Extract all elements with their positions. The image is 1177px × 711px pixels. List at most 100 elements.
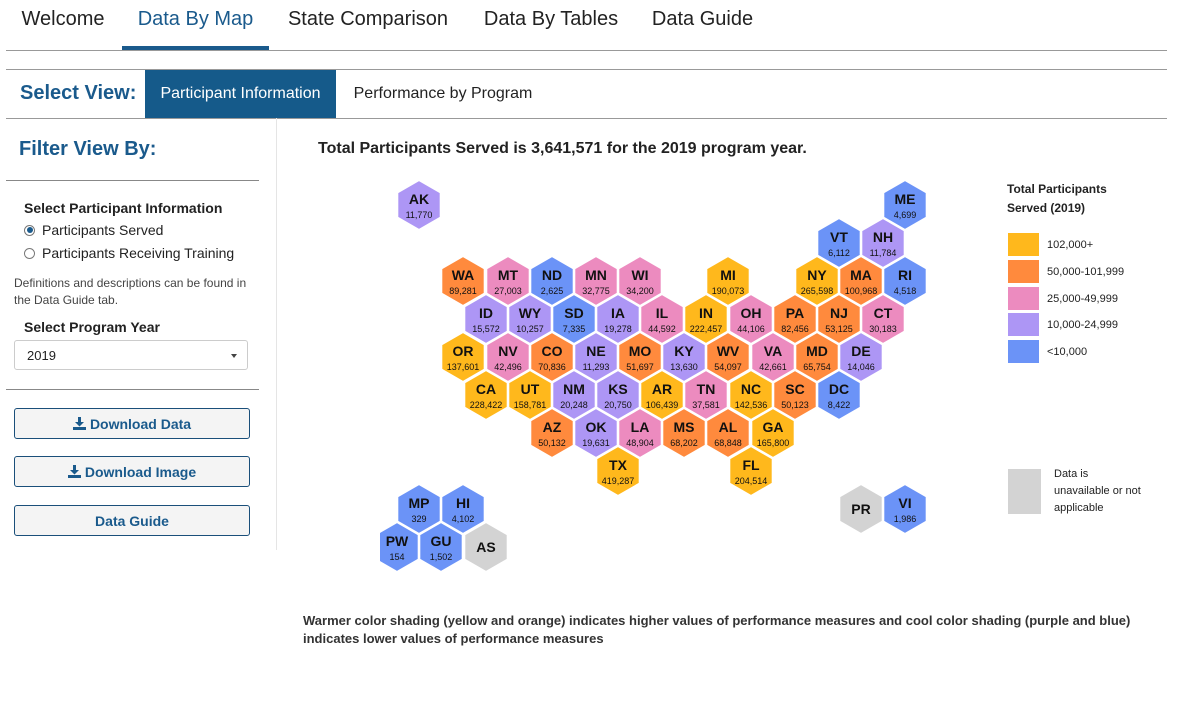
divider (6, 389, 259, 390)
state-value: 137,601 (447, 362, 480, 372)
state-abbr: MD (806, 343, 828, 359)
state-value: 51,697 (626, 362, 654, 372)
state-value: 7,335 (563, 324, 586, 334)
download-data-label: Download Data (89, 415, 192, 432)
state-abbr: GU (431, 533, 452, 549)
program-year-select[interactable]: 2019 (14, 340, 248, 370)
radio-selected-icon (24, 224, 35, 236)
state-abbr: DE (851, 343, 870, 359)
state-abbr: AL (719, 419, 738, 435)
state-abbr: NC (741, 381, 761, 397)
state-abbr: VT (830, 229, 848, 245)
state-abbr: MS (674, 419, 695, 435)
participant-info-label: Select Participant Information (24, 200, 223, 216)
legend-label: 25,000-49,999 (1047, 292, 1118, 305)
legend-na-label: Data is unavailable or not applicable (1054, 468, 1141, 514)
legend-na-swatch (1008, 469, 1041, 514)
state-abbr: CA (476, 381, 496, 397)
hex-map: AK 11,770 ME 4,699 VT 6,112 NH 11,784 WA 89,281 MT… (380, 178, 928, 574)
state-abbr: TN (697, 381, 716, 397)
state-value: 11,293 (583, 362, 610, 372)
state-value: 204,514 (735, 476, 768, 486)
state-value: 48,904 (626, 438, 654, 448)
data-guide-button[interactable]: Data Guide (14, 505, 250, 536)
state-abbr: UT (521, 381, 540, 397)
program-year-label: Select Program Year (24, 319, 160, 335)
state-abbr: WI (631, 267, 648, 283)
view-selector: Select View: Participant Information Per… (6, 69, 1167, 119)
state-value: 142,536 (735, 400, 768, 410)
legend-item: 50,000-101,999 (1008, 260, 1124, 283)
state-value: 1,986 (894, 514, 917, 524)
state-value: 82,456 (781, 324, 809, 334)
state-abbr: MO (629, 343, 652, 359)
state-hex-ak[interactable]: AK 11,770 (396, 178, 442, 232)
state-value: 165,800 (757, 438, 790, 448)
state-value: 158,781 (514, 400, 547, 410)
state-value: 106,439 (646, 400, 679, 410)
legend-label: 102,000+ (1047, 238, 1094, 251)
state-value: 419,287 (602, 476, 635, 486)
caret-down-icon (231, 354, 237, 358)
state-value: 54,097 (714, 362, 742, 372)
data-guide-label: Data Guide (95, 512, 169, 529)
state-value: 10,257 (516, 324, 544, 334)
program-year-value: 2019 (27, 348, 56, 363)
state-abbr: GA (763, 419, 784, 435)
state-abbr: WV (717, 343, 740, 359)
legend-item: 25,000-49,999 (1008, 287, 1118, 310)
state-abbr: OR (453, 343, 474, 359)
state-value: 34,200 (626, 286, 654, 296)
download-data-button[interactable]: Download Data (14, 408, 250, 439)
state-hex-vi[interactable]: VI 1,986 (882, 482, 928, 536)
radio-participants-served[interactable]: Participants Served (24, 222, 163, 238)
download-image-button[interactable]: Download Image (14, 456, 250, 487)
radio-participants-training[interactable]: Participants Receiving Training (24, 245, 234, 261)
state-abbr: PA (786, 305, 804, 321)
tab-state-comparison[interactable]: State Comparison (278, 0, 458, 50)
state-abbr: FL (742, 457, 760, 473)
download-image-label: Download Image (84, 463, 197, 480)
state-abbr: KS (608, 381, 627, 397)
state-abbr: NH (873, 229, 893, 245)
tab-performance-by-program[interactable]: Performance by Program (343, 70, 543, 118)
tab-data-guide[interactable]: Data Guide (641, 0, 764, 50)
state-abbr: ND (542, 267, 562, 283)
state-value: 68,202 (670, 438, 698, 448)
state-value: 13,630 (670, 362, 698, 372)
state-value: 50,123 (781, 400, 809, 410)
state-value: 19,631 (582, 438, 610, 448)
state-abbr: NV (498, 343, 518, 359)
state-value: 4,102 (452, 514, 475, 524)
state-abbr: IN (699, 305, 713, 321)
legend-swatch (1008, 313, 1039, 336)
tab-data-by-map[interactable]: Data By Map (122, 0, 269, 50)
state-abbr: LA (631, 419, 650, 435)
state-value: 14,046 (847, 362, 875, 372)
state-value: 15,572 (472, 324, 500, 334)
state-value: 100,968 (845, 286, 878, 296)
legend-swatch (1008, 260, 1039, 283)
tab-welcome[interactable]: Welcome (12, 0, 114, 50)
filter-sidebar: Filter View By: Select Participant Infor… (6, 118, 277, 550)
legend-title: Total Participants Served (2019) (1007, 182, 1107, 215)
state-value: 11,784 (870, 248, 897, 258)
state-abbr: PR (851, 501, 870, 517)
tab-participant-information[interactable]: Participant Information (145, 70, 336, 118)
state-value: 1,502 (430, 552, 453, 562)
state-value: 6,112 (828, 248, 850, 258)
state-value: 44,106 (737, 324, 765, 334)
state-value: 37,581 (692, 400, 720, 410)
state-value: 190,073 (712, 286, 745, 296)
download-icon (67, 465, 81, 478)
color-footnote: Warmer color shading (yellow and orange)… (303, 613, 1131, 646)
state-value: 8,422 (828, 400, 851, 410)
state-hex-pr[interactable]: PR (838, 482, 884, 536)
state-value: 53,125 (825, 324, 853, 334)
state-value: 32,775 (582, 286, 610, 296)
legend-swatch (1008, 287, 1039, 310)
state-abbr: AR (652, 381, 672, 397)
state-abbr: TX (609, 457, 628, 473)
map-title: Total Participants Served is 3,641,571 f… (318, 140, 807, 157)
tab-data-by-tables[interactable]: Data By Tables (472, 0, 630, 50)
